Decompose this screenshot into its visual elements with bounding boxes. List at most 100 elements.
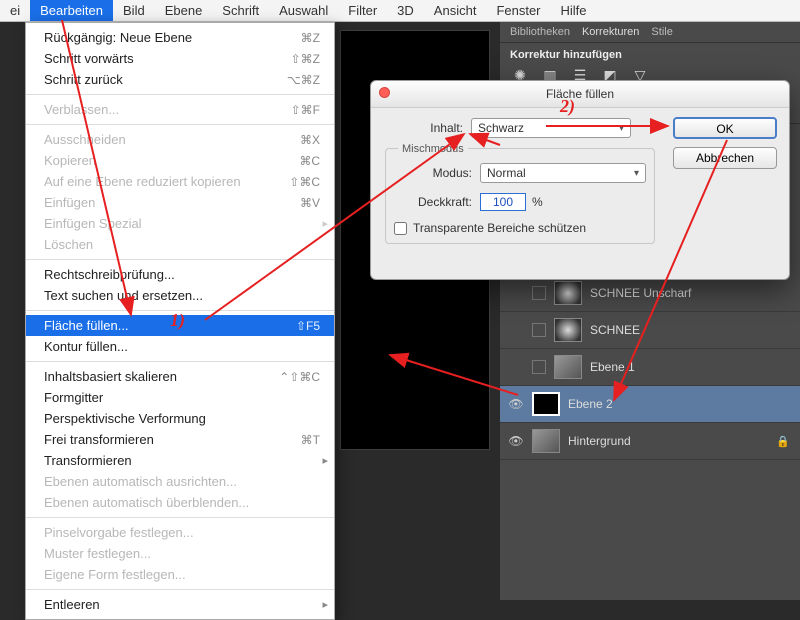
menu-item-label: Ausschneiden [44,132,126,147]
menu-item-label: Eigene Form festlegen... [44,567,186,582]
layer-thumb[interactable] [554,318,582,342]
preserve-check-input[interactable] [394,222,407,235]
menu-shortcut: ⌘C [299,154,320,168]
layer-thumb[interactable] [554,281,582,305]
menu-item-label: Ebenen automatisch ausrichten... [44,474,237,489]
menu-item-label: Perspektivische Verformung [44,411,206,426]
menu-item-label: Einfügen Spezial [44,216,142,231]
menu-item-label: Text suchen und ersetzen... [44,288,203,303]
mode-label: Modus: [394,166,472,180]
menu-shortcut: ⇧F5 [296,319,320,333]
menu-shortcut: ⌘V [300,196,320,210]
layer-name: Ebene 2 [568,397,613,411]
layer-check[interactable] [532,286,546,300]
menu-file-trunc[interactable]: ei [0,0,30,21]
content-label: Inhalt: [385,121,463,135]
menu-item-label: Einfügen [44,195,95,210]
tab-libraries[interactable]: Bibliotheken [510,26,570,38]
opacity-label: Deckkraft: [394,195,472,209]
dialog-title: Fläche füllen [371,81,789,108]
menu-item[interactable]: Formgitter [26,387,334,408]
layer-row[interactable]: 👁Ebene 1 [500,349,800,386]
menu-item-label: Verblassen... [44,102,119,117]
menu-item-label: Muster festlegen... [44,546,151,561]
menu-item[interactable]: Perspektivische Verformung [26,408,334,429]
menu-item: Ebenen automatisch überblenden... [26,492,334,513]
layer-row[interactable]: 👁 Hintergrund 🔒 [500,423,800,460]
menu-item: Einfügen Spezial [26,213,334,234]
menu-item-label: Kontur füllen... [44,339,128,354]
mode-select[interactable]: Normal [480,163,646,183]
menu-shortcut: ⌃⇧⌘C [279,370,320,384]
tab-styles[interactable]: Stile [651,26,672,38]
menu-item: Löschen [26,234,334,255]
layer-row[interactable]: 👁SCHNEE [500,312,800,349]
menu-item-label: Rückgängig: Neue Ebene [44,30,192,45]
close-icon[interactable] [379,87,390,98]
percent-label: % [532,195,543,209]
menu-item[interactable]: Fläche füllen... ⇧F5 [26,315,334,336]
menu-edit[interactable]: Bearbeiten [30,0,113,21]
menu-item[interactable]: Frei transformieren⌘T [26,429,334,450]
menu-shortcut: ⌥⌘Z [287,73,320,87]
layer-thumb[interactable] [554,355,582,379]
menu-item[interactable]: Inhaltsbasiert skalieren ⌃⇧⌘C [26,366,334,387]
menu-item-label: Löschen [44,237,93,252]
menu-window[interactable]: Fenster [486,0,550,21]
menu-item[interactable]: Schritt zurück ⌥⌘Z [26,69,334,90]
content-select[interactable]: Schwarz [471,118,631,138]
menu-item[interactable]: Entleeren [26,594,334,615]
layer-check[interactable] [532,360,546,374]
menu-item-label: Schritt zurück [44,72,123,87]
menu-item-label: Fläche füllen... [44,318,129,333]
layer-row[interactable]: 👁SCHNEE Unscharf [500,275,800,312]
layer-check[interactable] [532,323,546,337]
opacity-input[interactable] [480,193,526,211]
menu-image[interactable]: Bild [113,0,155,21]
layer-thumb[interactable] [532,392,560,416]
menu-item[interactable]: Rückgängig: Neue Ebene ⌘Z [26,27,334,48]
menu-view[interactable]: Ansicht [424,0,487,21]
menu-item[interactable]: Rechtschreibprüfung... [26,264,334,285]
menu-item-label: Ebenen automatisch überblenden... [44,495,249,510]
menu-help[interactable]: Hilfe [551,0,597,21]
preserve-transparency-checkbox[interactable]: Transparente Bereiche schützen [394,221,646,235]
menu-type[interactable]: Schrift [212,0,269,21]
menu-item-label: Rechtschreibprüfung... [44,267,175,282]
visibility-icon[interactable]: 👁 [508,396,524,412]
menu-layer[interactable]: Ebene [155,0,213,21]
menu-item: Muster festlegen... [26,543,334,564]
fill-dialog: Fläche füllen Inhalt: Schwarz Mischmodus… [370,80,790,280]
blend-legend: Mischmodus [398,143,468,155]
lock-icon: 🔒 [776,435,790,448]
menu-item: Eigene Form festlegen... [26,564,334,585]
layer-thumb[interactable] [532,429,560,453]
menu-item-label: Inhaltsbasiert skalieren [44,369,177,384]
menu-item[interactable]: Transformieren [26,450,334,471]
layer-name: SCHNEE Unscharf [590,286,691,300]
menu-item: Pinselvorgabe festlegen... [26,522,334,543]
tab-adjustments[interactable]: Korrekturen [582,26,639,38]
menu-item-label: Formgitter [44,390,103,405]
menu-shortcut: ⌘Z [301,31,320,45]
visibility-icon[interactable]: 👁 [508,433,524,449]
menu-item: Auf eine Ebene reduziert kopieren⇧⌘C [26,171,334,192]
layer-name: Hintergrund [568,434,631,448]
menu-shortcut: ⇧⌘C [289,175,320,189]
menu-shortcut: ⌘X [300,133,320,147]
menu-filter[interactable]: Filter [338,0,387,21]
menu-shortcut: ⌘T [301,433,320,447]
layer-name: SCHNEE [590,323,640,337]
ok-button[interactable]: OK [673,117,777,139]
cancel-button[interactable]: Abbrechen [673,147,777,169]
menu-select[interactable]: Auswahl [269,0,338,21]
layer-row[interactable]: 👁 Ebene 2 [500,386,800,423]
menu-item[interactable]: Kontur füllen... [26,336,334,357]
menu-shortcut: ⇧⌘Z [291,52,320,66]
menu-item[interactable]: Schritt vorwärts⇧⌘Z [26,48,334,69]
menu-item[interactable]: Text suchen und ersetzen... [26,285,334,306]
panel-tabs: Bibliotheken Korrekturen Stile [500,22,800,43]
menu-item: Ausschneiden ⌘X [26,129,334,150]
menu-3d[interactable]: 3D [387,0,424,21]
menu-item-label: Pinselvorgabe festlegen... [44,525,194,540]
